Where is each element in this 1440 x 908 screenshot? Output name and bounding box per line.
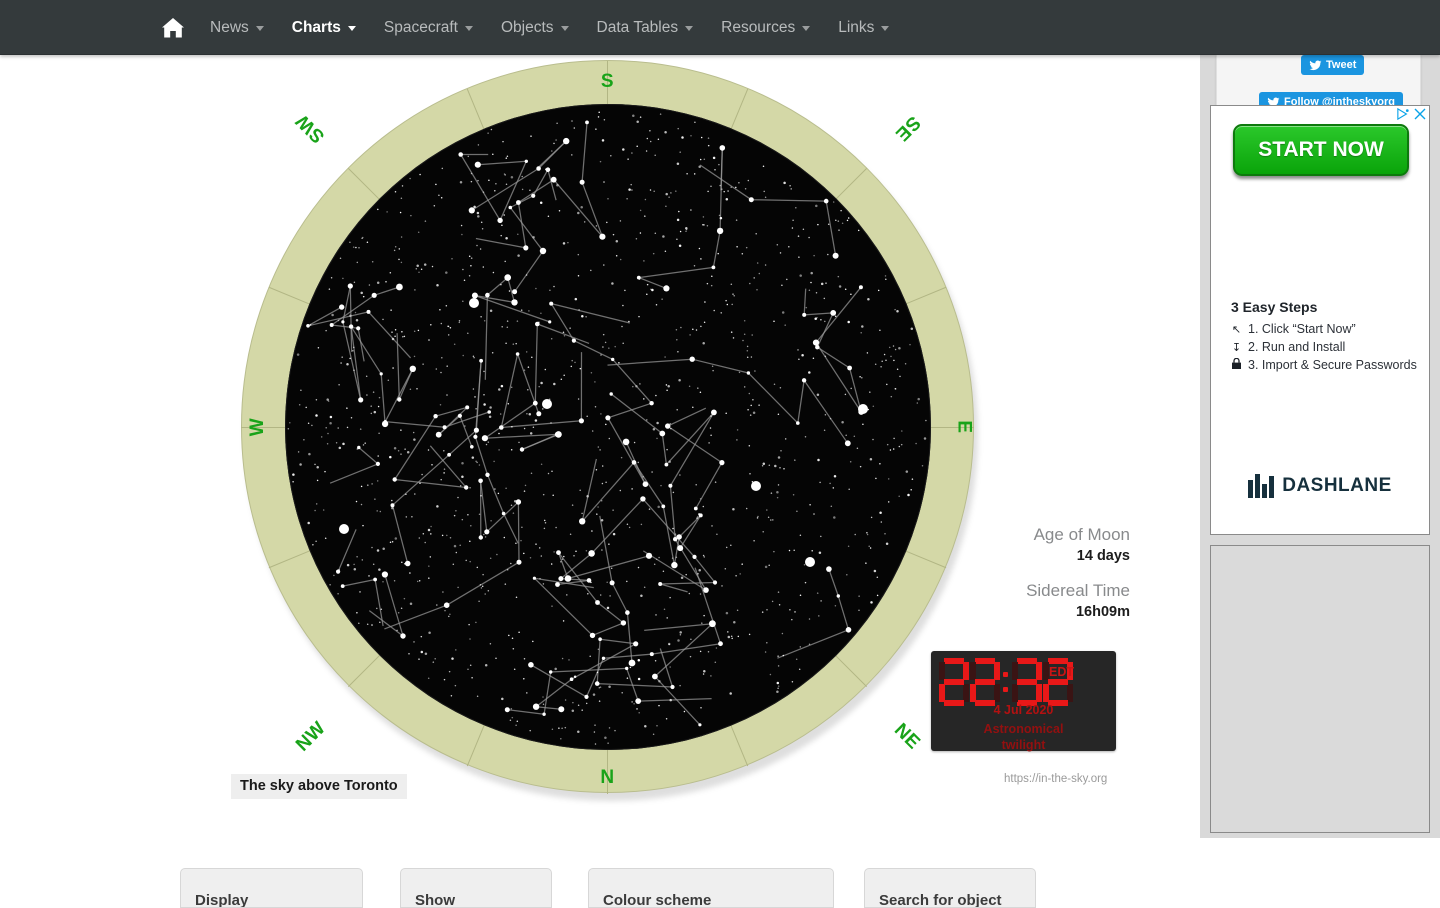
chevron-down-icon	[465, 26, 473, 31]
sky-disc	[285, 104, 931, 750]
age-of-moon-value: 14 days	[930, 548, 1130, 564]
compass-label-n: N	[600, 767, 614, 789]
ad-step-2-text: 2. Run and Install	[1248, 340, 1345, 354]
chart-caption: The sky above Toronto	[231, 774, 407, 799]
chevron-down-icon	[802, 26, 810, 31]
nav-item-spacecraft[interactable]: Spacecraft	[370, 0, 487, 55]
led-digit	[970, 658, 1000, 706]
ad-brand-logo: DASHLANE	[1211, 474, 1429, 498]
chart-url-watermark: https://in-the-sky.org	[1004, 773, 1107, 785]
home-nav-button[interactable]	[150, 0, 196, 55]
main-content: S N E W NE NW SE SW The sky above Toront…	[0, 55, 1200, 838]
advertisement-placeholder[interactable]	[1210, 545, 1430, 833]
nav-item-charts[interactable]: Charts	[278, 0, 370, 55]
cursor-icon: ↖	[1231, 323, 1242, 336]
panel-search-for-object[interactable]: Search for object	[864, 868, 1036, 908]
led-colon	[1001, 658, 1012, 706]
clock-status-line1: Astronomical	[984, 722, 1064, 736]
sidereal-time-value: 16h09m	[930, 604, 1130, 620]
clock-timezone: EDT	[1049, 665, 1074, 679]
sky-chart[interactable]: S N E W NE NW SE SW	[241, 60, 974, 805]
panel-show-label: Show	[415, 892, 455, 908]
tweet-label: Tweet	[1326, 59, 1356, 71]
led-digit	[939, 658, 969, 706]
star-field	[285, 104, 931, 750]
ad-step-3-text: 3. Import & Secure Passwords	[1248, 358, 1417, 372]
close-icon[interactable]	[1414, 108, 1426, 122]
chart-info-panel: Age of Moon 14 days Sidereal Time 16h09m	[930, 525, 1130, 637]
nav-label: Links	[838, 19, 874, 37]
ad-step-2: ↧ 2. Run and Install	[1231, 340, 1345, 354]
sidereal-time-label: Sidereal Time	[930, 581, 1130, 601]
nav-item-data-tables[interactable]: Data Tables	[583, 0, 708, 55]
compass-label-e: E	[952, 420, 974, 433]
nav-label: Charts	[292, 19, 341, 37]
lock-icon	[1231, 358, 1242, 372]
led-clock-widget: EDT 4 Jul 2020 Astronomical twilight	[931, 651, 1116, 751]
ad-cta-label: START NOW	[1258, 138, 1384, 162]
ad-step-1-text: 1. Click “Start Now”	[1248, 322, 1356, 336]
right-sidebar: Tweet Follow @intheskyorg START NOW 3 Ea…	[1200, 55, 1440, 838]
ad-brand-name: DASHLANE	[1282, 475, 1392, 497]
compass-label-s: S	[601, 71, 614, 93]
tweet-button[interactable]: Tweet	[1301, 55, 1364, 75]
nav-label: News	[210, 19, 249, 37]
ad-steps-title: 3 Easy Steps	[1231, 299, 1317, 315]
age-of-moon-label: Age of Moon	[930, 525, 1130, 545]
panel-display[interactable]: Display	[180, 868, 363, 908]
nav-item-links[interactable]: Links	[824, 0, 903, 55]
nav-item-objects[interactable]: Objects	[487, 0, 583, 55]
home-icon	[161, 17, 185, 39]
chevron-down-icon	[881, 26, 889, 31]
compass-label-w: W	[247, 417, 269, 435]
clock-status-line2: twilight	[1002, 738, 1046, 752]
panel-search-label: Search for object	[879, 892, 1002, 908]
led-digit	[1012, 658, 1042, 706]
nav-item-resources[interactable]: Resources	[707, 0, 824, 55]
panel-display-label: Display	[195, 892, 248, 908]
ad-choices-icon[interactable]	[1397, 108, 1409, 122]
chevron-down-icon	[348, 26, 356, 31]
ad-cta-button[interactable]: START NOW	[1233, 124, 1409, 176]
panel-colour-scheme-label: Colour scheme	[603, 892, 711, 908]
advertisement[interactable]: START NOW 3 Easy Steps ↖ 1. Click “Start…	[1210, 105, 1430, 535]
clock-date: 4 Jul 2020	[931, 703, 1116, 717]
download-icon: ↧	[1231, 341, 1242, 354]
twitter-bird-icon	[1309, 59, 1322, 72]
chevron-down-icon	[561, 26, 569, 31]
panel-colour-scheme[interactable]: Colour scheme	[588, 868, 834, 908]
chevron-down-icon	[256, 26, 264, 31]
ad-step-1: ↖ 1. Click “Start Now”	[1231, 322, 1356, 336]
clock-status: Astronomical twilight	[931, 721, 1116, 753]
top-navbar: News Charts Spacecraft Objects Data Tabl…	[0, 0, 1440, 55]
horizon-ring: S N E W NE NW SE SW	[241, 60, 974, 793]
nav-label: Data Tables	[597, 19, 679, 37]
chevron-down-icon	[685, 26, 693, 31]
nav-item-news[interactable]: News	[196, 0, 278, 55]
nav-label: Objects	[501, 19, 554, 37]
ad-step-3: 3. Import & Secure Passwords	[1231, 358, 1417, 372]
panel-show[interactable]: Show	[400, 868, 552, 908]
nav-label: Spacecraft	[384, 19, 458, 37]
nav-label: Resources	[721, 19, 795, 37]
dashlane-mark-icon	[1248, 474, 1274, 498]
